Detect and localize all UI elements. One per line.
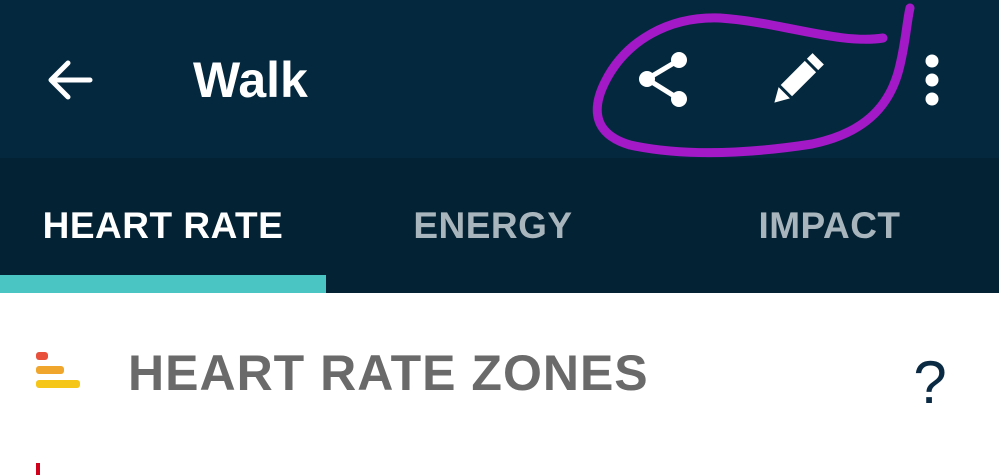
chart-edge-marker [36,463,40,475]
section-title: HEART RATE ZONES [128,345,649,401]
more-options-button[interactable] [902,40,962,120]
page-title: Walk [193,52,308,108]
content-area: HEART RATE ZONES ? [0,293,999,475]
share-button[interactable] [623,40,703,120]
tab-heart-rate[interactable]: HEART RATE [0,158,326,293]
zones-bars-icon [36,352,80,388]
share-icon [639,52,687,107]
app-bar: Walk [0,0,999,158]
help-button[interactable]: ? [900,343,960,423]
more-vert-icon [925,54,939,106]
back-button[interactable] [30,40,110,120]
pencil-icon [774,53,824,103]
walk-activity-screen: Walk HEART RATE ENERGY IMPACT HEART RATE… [0,0,999,475]
edit-button[interactable] [757,40,837,120]
tab-bar: HEART RATE ENERGY IMPACT [0,158,999,293]
back-arrow-icon [48,60,93,100]
tab-energy[interactable]: ENERGY [326,158,660,293]
selected-tab-indicator [0,275,326,293]
tab-impact[interactable]: IMPACT [660,158,999,293]
